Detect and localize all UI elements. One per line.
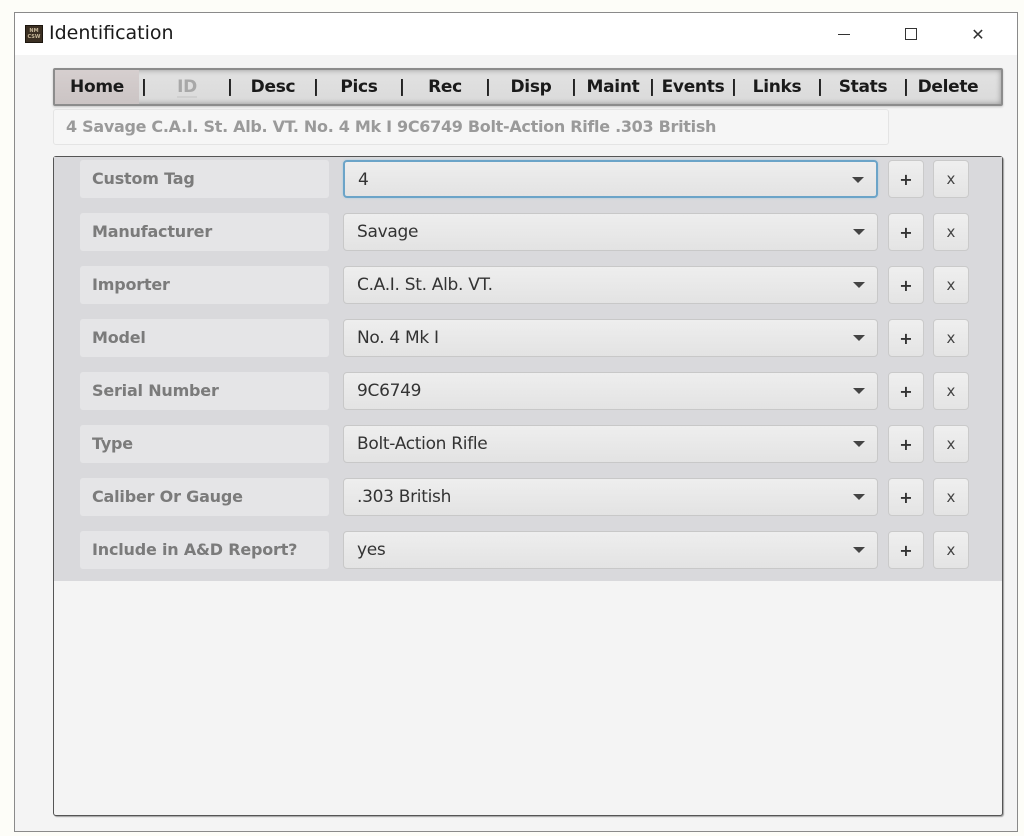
add-manufacturer-button[interactable]: + — [888, 213, 924, 251]
caliber-combobox[interactable]: .303 British — [343, 478, 878, 516]
combo-value: No. 4 Mk I — [357, 328, 439, 348]
field-label: Model — [80, 319, 329, 357]
combo-value: Bolt-Action Rifle — [357, 434, 488, 454]
form-row-type: Type Bolt-Action Rifle + x — [54, 425, 1002, 463]
combo-value: 4 — [358, 170, 369, 190]
app-logo-icon: NM CSW — [25, 25, 43, 43]
close-icon: ✕ — [971, 24, 985, 44]
nav-disp[interactable]: Disp — [493, 70, 569, 104]
remove-importer-button[interactable]: x — [933, 266, 969, 304]
nav-separator: | — [648, 77, 656, 97]
form-row-manufacturer: Manufacturer Savage + x — [54, 213, 1002, 251]
nav-pics[interactable]: Pics — [321, 70, 397, 104]
dropdown-arrow-icon[interactable] — [853, 229, 865, 235]
form-row-model: Model No. 4 Mk I + x — [54, 319, 1002, 357]
form-row-serial-number: Serial Number 9C6749 + x — [54, 372, 1002, 410]
dropdown-arrow-icon[interactable] — [853, 441, 865, 447]
add-caliber-button[interactable]: + — [888, 478, 924, 516]
nav-links[interactable]: Links — [739, 70, 815, 104]
minimize-icon — [838, 33, 850, 35]
window-title: Identification — [49, 22, 174, 44]
remove-type-button[interactable]: x — [933, 425, 969, 463]
manufacturer-combobox[interactable]: Savage — [343, 213, 878, 251]
remove-serial-number-button[interactable]: x — [933, 372, 969, 410]
nav-separator: | — [570, 77, 578, 97]
remove-custom-tag-button[interactable]: x — [933, 160, 969, 198]
nav-separator: | — [484, 77, 492, 97]
title-bar[interactable]: NM CSW Identification ✕ — [15, 13, 1017, 55]
remove-caliber-button[interactable]: x — [933, 478, 969, 516]
nav-separator: | — [816, 77, 824, 97]
add-model-button[interactable]: + — [888, 319, 924, 357]
ad-report-combobox[interactable]: yes — [343, 531, 878, 569]
field-label: Caliber Or Gauge — [80, 478, 329, 516]
nav-desc[interactable]: Desc — [235, 70, 311, 104]
identification-panel: Custom Tag 4 + x Manufacturer Savage + x… — [53, 156, 1003, 816]
form-row-importer: Importer C.A.I. St. Alb. VT. + x — [54, 266, 1002, 304]
nav-separator: | — [312, 77, 320, 97]
identification-window: NM CSW Identification ✕ Home | ID | Desc… — [14, 12, 1018, 832]
field-label: Serial Number — [80, 372, 329, 410]
combo-value: .303 British — [357, 487, 452, 507]
nav-id[interactable]: ID — [149, 70, 225, 104]
add-custom-tag-button[interactable]: + — [888, 160, 924, 198]
type-combobox[interactable]: Bolt-Action Rifle — [343, 425, 878, 463]
nav-separator: | — [730, 77, 738, 97]
importer-combobox[interactable]: C.A.I. St. Alb. VT. — [343, 266, 878, 304]
nav-delete[interactable]: Delete — [911, 70, 985, 104]
add-type-button[interactable]: + — [888, 425, 924, 463]
field-label: Manufacturer — [80, 213, 329, 251]
dropdown-arrow-icon[interactable] — [853, 388, 865, 394]
add-importer-button[interactable]: + — [888, 266, 924, 304]
close-button[interactable]: ✕ — [955, 13, 1001, 55]
remove-model-button[interactable]: x — [933, 319, 969, 357]
custom-tag-combobox[interactable]: 4 — [343, 160, 878, 198]
navigation-bar: Home | ID | Desc | Pics | Rec | Disp | M… — [53, 68, 1003, 106]
field-label: Include in A&D Report? — [80, 531, 329, 569]
nav-separator: | — [140, 77, 148, 97]
nav-home[interactable]: Home — [55, 70, 139, 104]
serial-number-combobox[interactable]: 9C6749 — [343, 372, 878, 410]
nav-maint[interactable]: Maint — [579, 70, 647, 104]
field-label: Importer — [80, 266, 329, 304]
combo-value: Savage — [357, 222, 419, 242]
dropdown-arrow-icon[interactable] — [853, 547, 865, 553]
dropdown-arrow-icon[interactable] — [853, 282, 865, 288]
minimize-button[interactable] — [821, 13, 867, 55]
maximize-button[interactable] — [888, 13, 934, 55]
combo-value: C.A.I. St. Alb. VT. — [357, 275, 493, 295]
add-ad-report-button[interactable]: + — [888, 531, 924, 569]
combo-value: yes — [357, 540, 386, 560]
add-serial-number-button[interactable]: + — [888, 372, 924, 410]
model-combobox[interactable]: No. 4 Mk I — [343, 319, 878, 357]
maximize-icon — [905, 28, 917, 40]
nav-events[interactable]: Events — [657, 70, 729, 104]
field-label: Custom Tag — [80, 160, 329, 198]
form-row-ad-report: Include in A&D Report? yes + x — [54, 531, 1002, 569]
combo-value: 9C6749 — [357, 381, 422, 401]
field-label: Type — [80, 425, 329, 463]
nav-stats[interactable]: Stats — [825, 70, 901, 104]
dropdown-arrow-icon[interactable] — [853, 335, 865, 341]
form-row-custom-tag: Custom Tag 4 + x — [54, 160, 1002, 198]
remove-ad-report-button[interactable]: x — [933, 531, 969, 569]
dropdown-arrow-icon[interactable] — [852, 177, 864, 183]
nav-separator: | — [902, 77, 910, 97]
dropdown-arrow-icon[interactable] — [853, 494, 865, 500]
remove-manufacturer-button[interactable]: x — [933, 213, 969, 251]
identification-form: Custom Tag 4 + x Manufacturer Savage + x… — [54, 157, 1002, 581]
app-logo-text-bottom: CSW — [27, 34, 41, 40]
record-summary: 4 Savage C.A.I. St. Alb. VT. No. 4 Mk I … — [53, 109, 889, 145]
nav-rec[interactable]: Rec — [407, 70, 483, 104]
nav-separator: | — [226, 77, 234, 97]
form-row-caliber: Caliber Or Gauge .303 British + x — [54, 478, 1002, 516]
nav-separator: | — [398, 77, 406, 97]
